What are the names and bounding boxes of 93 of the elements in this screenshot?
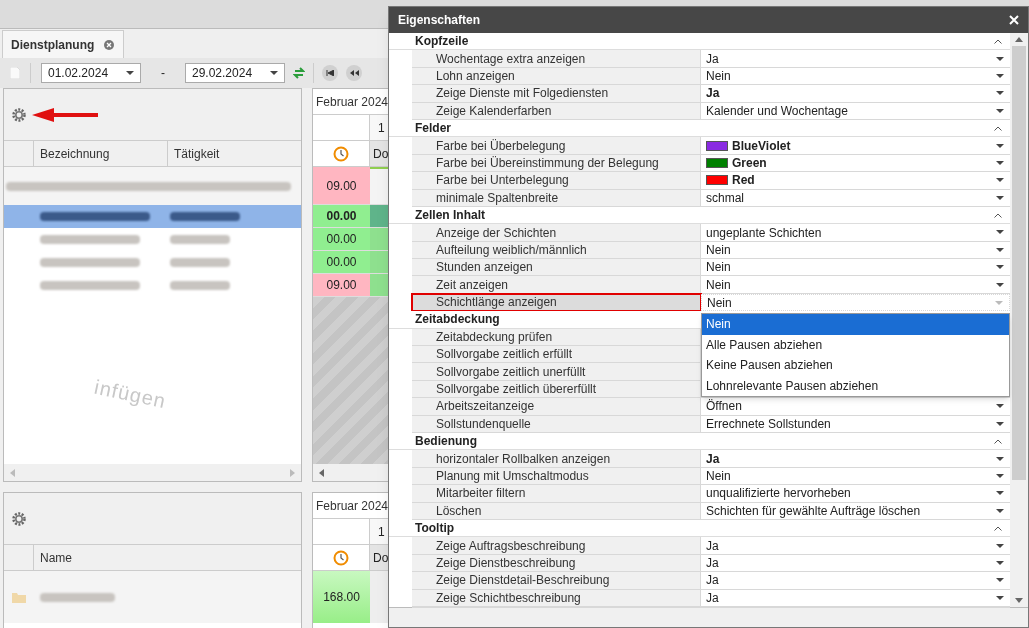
dropdown-caret-icon[interactable] bbox=[996, 491, 1004, 496]
dropdown-caret-icon[interactable] bbox=[996, 108, 1004, 113]
dropdown-option[interactable]: Lohnrelevante Pausen abziehen bbox=[702, 375, 1009, 396]
date-field[interactable]: 01.02.2024 bbox=[41, 63, 141, 83]
settings-icon[interactable] bbox=[12, 511, 26, 526]
hours-cell: 09.00 bbox=[313, 274, 370, 296]
dropdown-caret-icon[interactable] bbox=[996, 404, 1004, 409]
folder-icon bbox=[12, 591, 26, 603]
dropdown-caret-icon[interactable] bbox=[996, 265, 1004, 270]
document-tab[interactable]: Dienstplanung bbox=[2, 30, 124, 58]
dropdown-caret-icon[interactable] bbox=[996, 543, 1004, 548]
settings-icon[interactable] bbox=[12, 107, 26, 122]
property-name[interactable]: Zeige Dienste mit Folgediensten bbox=[412, 85, 701, 103]
dropdown-caret-icon[interactable] bbox=[996, 595, 1004, 600]
dropdown-caret-icon[interactable] bbox=[996, 143, 1004, 148]
property-value-field[interactable]: Red bbox=[701, 172, 1010, 190]
dropdown-caret-icon[interactable] bbox=[996, 195, 1004, 200]
property-value-field[interactable]: unqualifizierte hervorheben bbox=[701, 485, 1010, 503]
range-separator: - bbox=[160, 65, 166, 82]
pointer-arrow-icon bbox=[32, 107, 98, 122]
blurred-text bbox=[170, 281, 230, 290]
dropdown-caret-icon[interactable] bbox=[996, 73, 1004, 78]
section-header: Kopfzeile bbox=[415, 33, 469, 51]
property-name[interactable]: Farbe bei Unterbelegung bbox=[412, 172, 701, 190]
property-name[interactable]: Sollvorgabe zeitlich erfüllt bbox=[412, 346, 701, 364]
dropdown-caret-icon[interactable] bbox=[270, 71, 278, 75]
dropdown-caret-icon[interactable] bbox=[996, 282, 1004, 287]
dropdown-option[interactable]: Nein bbox=[702, 314, 1009, 335]
property-name[interactable]: Schichtlänge anzeigen bbox=[412, 293, 701, 312]
property-name[interactable]: Mitarbeiter filtern bbox=[412, 485, 701, 503]
column-header[interactable]: Bezeichnung bbox=[34, 141, 168, 166]
dropdown-caret-icon[interactable] bbox=[996, 560, 1004, 565]
table-row[interactable] bbox=[4, 205, 301, 228]
property-name[interactable]: Zeit anzeigen bbox=[412, 276, 701, 294]
property-name[interactable]: Arbeitszeitanzeige bbox=[412, 398, 701, 416]
property-name[interactable]: Stunden anzeigen bbox=[412, 259, 701, 277]
property-name[interactable]: horizontaler Rollbalken anzeigen bbox=[412, 450, 701, 468]
dropdown-caret-icon[interactable] bbox=[996, 578, 1004, 583]
collapse-icon[interactable] bbox=[994, 125, 1002, 131]
clock-icon bbox=[333, 549, 349, 566]
vertical-scrollbar[interactable] bbox=[1010, 33, 1028, 607]
dropdown-caret-icon[interactable] bbox=[996, 56, 1004, 61]
date-field[interactable]: 29.02.2024 bbox=[185, 63, 285, 83]
scroll-left-icon[interactable] bbox=[319, 468, 324, 477]
dropdown-option[interactable]: Keine Pausen abziehen bbox=[702, 355, 1009, 376]
property-name[interactable]: Zeige Dienstdetail-Beschreibung bbox=[412, 572, 701, 590]
dropdown-caret-icon[interactable] bbox=[996, 508, 1004, 513]
scroll-down-icon[interactable] bbox=[1015, 598, 1023, 603]
dropdown-option[interactable]: Alle Pausen abziehen bbox=[702, 334, 1009, 355]
blurred-text bbox=[170, 258, 230, 267]
dropdown-caret-icon[interactable] bbox=[996, 456, 1004, 461]
property-name[interactable]: Farbe bei Überbelegung bbox=[412, 137, 701, 155]
dropdown-caret-icon[interactable] bbox=[996, 473, 1004, 478]
dropdown-caret-icon[interactable] bbox=[996, 91, 1004, 96]
close-icon[interactable] bbox=[104, 39, 115, 50]
clock-icon bbox=[333, 145, 349, 162]
property-value-field[interactable]: Ja bbox=[701, 572, 1010, 590]
collapse-icon[interactable] bbox=[994, 438, 1002, 444]
property-name[interactable]: Anzeige der Schichten bbox=[412, 224, 701, 242]
section-header: Zeitabdeckung bbox=[415, 311, 500, 329]
property-name[interactable]: Sollvorgabe zeitlich unerfüllt bbox=[412, 363, 701, 381]
hours-cell: 00.00 bbox=[313, 251, 370, 273]
blurred-text bbox=[170, 235, 230, 244]
scroll-up-icon[interactable] bbox=[1015, 37, 1023, 42]
collapse-icon[interactable] bbox=[994, 525, 1002, 531]
hours-cell: 168.00 bbox=[313, 571, 370, 623]
close-icon[interactable] bbox=[1009, 15, 1019, 25]
dropdown-caret-icon[interactable] bbox=[996, 160, 1004, 165]
dialog-title: Eigenschaften bbox=[398, 12, 481, 29]
hours-cell: 09.00 bbox=[313, 167, 370, 204]
dropdown-caret-icon[interactable] bbox=[126, 71, 134, 75]
refresh-icon[interactable] bbox=[293, 66, 305, 80]
first-page-button[interactable] bbox=[322, 65, 338, 81]
blurred-text bbox=[170, 212, 240, 221]
first-page-icon[interactable] bbox=[326, 70, 334, 76]
property-value-field[interactable]: Ja bbox=[701, 85, 1010, 103]
property-name[interactable]: Zeige Auftragsbeschreibung bbox=[412, 537, 701, 555]
dropdown-caret-icon[interactable] bbox=[996, 247, 1004, 252]
dropdown-caret-icon[interactable] bbox=[996, 230, 1004, 235]
dropdown-caret-icon[interactable] bbox=[996, 421, 1004, 426]
column-header[interactable]: Tätigkeit bbox=[168, 141, 301, 166]
collapse-icon[interactable] bbox=[994, 212, 1002, 218]
hours-cell: 00.00 bbox=[313, 205, 370, 227]
section-header: Zellen Inhalt bbox=[415, 207, 485, 225]
rewind-icon[interactable] bbox=[349, 70, 359, 76]
dropdown-caret-icon[interactable] bbox=[996, 178, 1004, 183]
section-header: Bedienung bbox=[415, 433, 477, 451]
previous-button[interactable] bbox=[346, 65, 362, 81]
collapse-icon[interactable] bbox=[994, 38, 1002, 44]
hours-cell: 00.00 bbox=[313, 228, 370, 250]
property-value-field[interactable]: Nein bbox=[701, 259, 1010, 277]
property-name[interactable]: Wochentage extra anzeigen bbox=[412, 50, 701, 68]
property-value-field[interactable]: Öffnen bbox=[701, 398, 1010, 416]
